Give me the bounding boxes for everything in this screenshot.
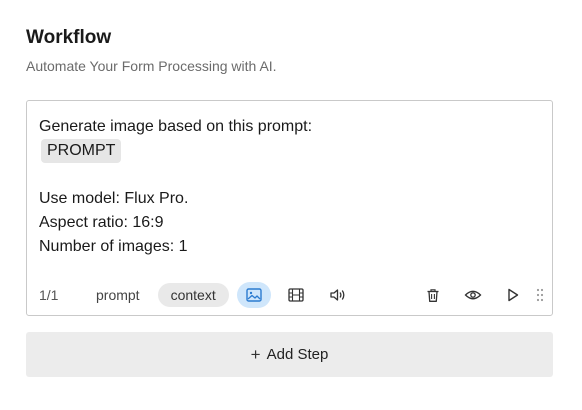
prompt-line-intro: Generate image based on this prompt: [39, 118, 313, 135]
step-toolbar: 1/1 prompt context [39, 281, 548, 309]
add-step-label: Add Step [266, 346, 329, 363]
prompt-line-aspect: Aspect ratio: 16:9 [39, 214, 164, 231]
prompt-line-variable: PROMPT [39, 139, 540, 163]
trash-icon[interactable] [416, 282, 450, 308]
page-title: Workflow [26, 27, 112, 48]
film-icon[interactable] [279, 282, 313, 308]
drag-handle-icon[interactable] [532, 288, 548, 302]
play-icon[interactable] [496, 282, 530, 308]
page-subtitle: Automate Your Form Processing with AI. [26, 58, 277, 74]
add-step-button[interactable]: + Add Step [26, 332, 553, 377]
speaker-icon[interactable] [321, 282, 355, 308]
prompt-line-blank [39, 163, 540, 187]
prompt-line-count: Number of images: 1 [39, 238, 188, 255]
eye-icon[interactable] [456, 282, 490, 308]
plus-icon: + [250, 344, 261, 364]
image-icon[interactable] [236, 282, 271, 308]
workflow-step-card: Generate image based on this prompt: PRO… [26, 100, 553, 316]
prompt-line-model: Use model: Flux Pro. [39, 190, 189, 207]
step-counter: 1/1 [39, 287, 59, 303]
prompt-variable-chip[interactable]: PROMPT [41, 139, 122, 163]
prompt-tab[interactable]: prompt [88, 283, 148, 307]
step-prompt-editor[interactable]: Generate image based on this prompt: PRO… [39, 115, 540, 259]
context-tab[interactable]: context [157, 283, 229, 307]
